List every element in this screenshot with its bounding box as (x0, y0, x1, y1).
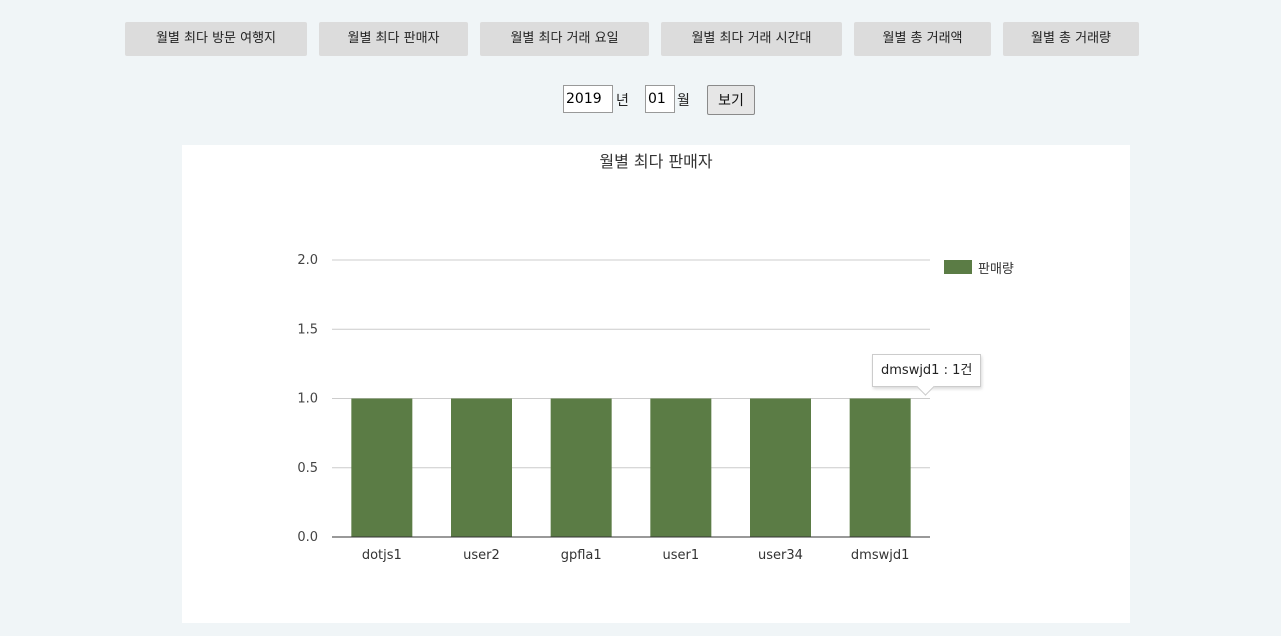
bar[interactable] (849, 398, 911, 538)
chart-title: 월별 최다 판매자 (599, 152, 713, 171)
chart-legend[interactable]: 판매량 (944, 259, 1014, 277)
tab-monthly-total-amount[interactable]: 월별 총 거래액 (854, 22, 991, 56)
year-input[interactable] (563, 85, 613, 113)
y-tick-label: 2.0 (297, 253, 318, 268)
view-button[interactable]: 보기 (707, 85, 755, 115)
x-tick-label: dmswjd1 (851, 548, 909, 563)
y-tick-label: 0.5 (297, 461, 318, 476)
tab-monthly-top-weekday[interactable]: 월별 최다 거래 요일 (480, 22, 649, 56)
tab-monthly-top-timeslot[interactable]: 월별 최다 거래 시간대 (661, 22, 842, 56)
x-tick-label: user34 (758, 548, 803, 563)
y-tick-label: 0.0 (297, 530, 318, 545)
bar[interactable] (750, 398, 811, 538)
chart-tooltip: dmswjd1 : 1건 (872, 354, 982, 396)
bar[interactable] (550, 398, 612, 538)
bar-chart: 0.0 0.5 1.0 1.5 2.0 dotjs1 user2 gpfla1 user1 use… (297, 253, 930, 563)
date-filter: 년 월 보기 (0, 84, 1281, 116)
legend-label: 판매량 (978, 261, 1014, 277)
y-tick-label: 1.0 (297, 392, 318, 407)
tooltip-text: dmswjd1 : 1건 (881, 363, 973, 378)
month-suffix-label: 월 (677, 93, 690, 109)
tab-monthly-top-seller[interactable]: 월별 최다 판매자 (319, 22, 468, 56)
tab-monthly-total-volume[interactable]: 월별 총 거래량 (1003, 22, 1139, 56)
x-tick-label: dotjs1 (362, 548, 402, 563)
legend-swatch (944, 260, 972, 274)
bar[interactable] (451, 398, 512, 538)
x-tick-label: user2 (463, 548, 500, 563)
bar[interactable] (351, 398, 413, 538)
y-tick-label: 1.5 (297, 322, 318, 337)
bar[interactable] (650, 398, 712, 538)
report-tab-bar: 월별 최다 방문 여행지 월별 최다 판매자 월별 최다 거래 요일 월별 최다… (0, 22, 1281, 56)
x-tick-label: gpfla1 (561, 548, 602, 563)
chart-panel: 0.0 0.5 1.0 1.5 2.0 dotjs1 user2 gpfla1 user1 use… (182, 145, 1130, 623)
month-input[interactable] (645, 85, 675, 113)
x-tick-label: user1 (663, 548, 700, 563)
tab-monthly-top-destination[interactable]: 월별 최다 방문 여행지 (125, 22, 307, 56)
year-suffix-label: 년 (616, 93, 629, 109)
